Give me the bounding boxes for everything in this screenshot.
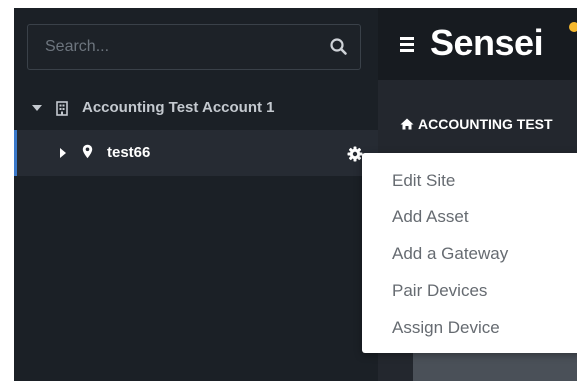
caret-right-icon[interactable] (60, 148, 66, 158)
menu-item-edit-site[interactable]: Edit Site (392, 171, 455, 191)
tree-item-site[interactable]: test66 (14, 130, 378, 176)
site-label: test66 (107, 144, 151, 161)
app-frame: Accounting Test Account 1 test66 (14, 8, 577, 381)
building-icon (56, 101, 68, 120)
search-icon[interactable] (328, 36, 350, 58)
menu-item-add-gateway[interactable]: Add a Gateway (392, 244, 508, 264)
caret-down-icon[interactable] (32, 105, 42, 111)
sidebar: Accounting Test Account 1 test66 (14, 8, 378, 381)
top-bar: Sensei (378, 8, 577, 80)
account-label: Accounting Test Account 1 (82, 99, 275, 116)
site-context-menu: Edit Site Add Asset Add a Gateway Pair D… (362, 153, 577, 353)
search-box (27, 24, 361, 70)
breadcrumb-text: ACCOUNTING TEST (418, 116, 553, 132)
home-icon (400, 117, 414, 133)
gear-icon[interactable] (347, 146, 363, 166)
brand-logo: Sensei (430, 22, 544, 63)
map-pin-icon (82, 144, 93, 163)
tree-item-account[interactable]: Accounting Test Account 1 (14, 92, 378, 126)
menu-item-assign-device[interactable]: Assign Device (392, 318, 500, 338)
hamburger-icon[interactable] (400, 37, 414, 55)
search-input[interactable] (28, 25, 318, 69)
brand-dot (569, 22, 577, 32)
menu-item-add-asset[interactable]: Add Asset (392, 207, 469, 227)
breadcrumb[interactable]: ACCOUNTING TEST (400, 116, 553, 133)
menu-item-pair-devices[interactable]: Pair Devices (392, 281, 487, 301)
